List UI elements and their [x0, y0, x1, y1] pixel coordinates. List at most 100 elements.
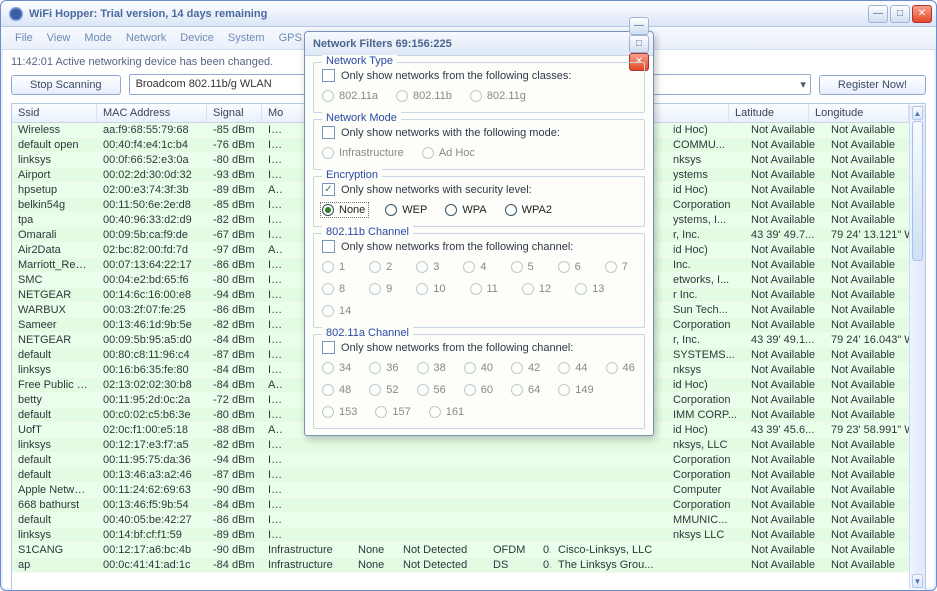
radio-wpa[interactable]: WPA [445, 204, 486, 216]
register-now-button[interactable]: Register Now! [819, 75, 926, 95]
cell-latitude: Not Available [745, 348, 825, 362]
cell-mac: 00:40:f4:e4:1c:b4 [97, 138, 207, 152]
radio-icon [369, 384, 381, 396]
table-row[interactable]: default00:40:05:be:42:27-86 dBmInfMMUNIC… [12, 513, 925, 528]
scroll-up-icon[interactable]: ▲ [912, 106, 923, 120]
radio-label: 6 [575, 261, 581, 273]
radio-label: 13 [592, 283, 604, 295]
cell-signal: -80 dBm [207, 153, 262, 167]
col-latitude[interactable]: Latitude [729, 104, 809, 122]
cell-mac: 00:07:13:64:22:17 [97, 258, 207, 272]
cell-mode: Inf [262, 138, 284, 152]
radio-icon [470, 283, 482, 295]
table-row[interactable]: default00:11:95:75:da:36-94 dBmInfCorpor… [12, 453, 925, 468]
cell-signal: -86 dBm [207, 258, 262, 272]
classes-checkbox[interactable] [322, 69, 335, 82]
cell-mac: aa:f9:68:55:79:68 [97, 123, 207, 137]
cell-mac: 00:13:46:a3:a2:46 [97, 468, 207, 482]
mode-checkbox[interactable] [322, 126, 335, 139]
cell-signal: -72 dBm [207, 393, 262, 407]
radio-label: 802.11g [487, 90, 526, 102]
radio-802-11a: 802.11a [322, 90, 378, 102]
cell-signal: -80 dBm [207, 273, 262, 287]
cell-ssid: SMC [12, 273, 97, 287]
radio-10: 10 [416, 283, 445, 295]
cell-mode: Inf [262, 213, 284, 227]
menu-network[interactable]: Network [120, 30, 172, 46]
cell-mode: Infrastructure [262, 558, 352, 572]
table-row[interactable]: 668 bathurst00:13:46:f5:9b:54-84 dBmInfC… [12, 498, 925, 513]
vertical-scrollbar[interactable]: ▲ ▼ [909, 105, 925, 589]
cell-ssid: Marriott_Rest4 [12, 258, 97, 272]
cell-mac: 00:11:95:2d:0c:2a [97, 393, 207, 407]
cell-ssid: default open [12, 138, 97, 152]
cell-signal: -82 dBm [207, 438, 262, 452]
radio-icon [396, 90, 408, 102]
cell-ssid: default [12, 408, 97, 422]
cell-ssid: NETGEAR [12, 288, 97, 302]
maximize-button[interactable]: □ [890, 5, 910, 23]
radio-label: 802.11b [413, 90, 452, 102]
cell-signal: -82 dBm [207, 318, 262, 332]
cell-vendor: id Hoc) [667, 183, 745, 197]
cell-mac: 00:16:b6:35:fe:80 [97, 363, 207, 377]
cell-signal: -84 dBm [207, 378, 262, 392]
cell-mac: 00:09:5b:95:a5:d0 [97, 333, 207, 347]
cell-vendor: ystems, I... [667, 213, 745, 227]
cell-latitude: Not Available [745, 558, 825, 572]
minimize-button[interactable]: — [868, 5, 888, 23]
col-mac[interactable]: MAC Address [97, 104, 207, 122]
cell-mac: 02:00:e3:74:3f:3b [97, 183, 207, 197]
col-longitude[interactable]: Longitude [809, 104, 909, 122]
radio-icon [369, 261, 381, 273]
cell-signal: -84 dBm [207, 558, 262, 572]
close-button[interactable]: ✕ [912, 5, 932, 23]
cell-ssid: Omarali [12, 228, 97, 242]
table-row[interactable]: S1CANG00:12:17:a6:bc:4b-90 dBmInfrastruc… [12, 543, 925, 558]
dialog-minimize-button[interactable]: — [629, 17, 649, 35]
channel-b-checkbox[interactable] [322, 240, 335, 253]
menu-mode[interactable]: Mode [78, 30, 118, 46]
table-row[interactable]: linksys00:12:17:e3:f7:a5-82 dBmInfnksys,… [12, 438, 925, 453]
table-row[interactable]: linksys00:14:bf:cf:f1:59-89 dBmInfnksys … [12, 528, 925, 543]
radio-label: 802.11a [339, 90, 378, 102]
radio-infrastructure: Infrastructure [322, 147, 404, 159]
table-row[interactable]: ap00:0c:41:41:ad:1c-84 dBmInfrastructure… [12, 558, 925, 573]
radio-5: 5 [511, 261, 534, 273]
radio-icon [429, 406, 441, 418]
cell-mac: 02:bc:82:00:fd:7d [97, 243, 207, 257]
cell-vendor: Corporation [667, 498, 745, 512]
cell-latitude: Not Available [745, 408, 825, 422]
table-row[interactable]: default00:13:46:a3:a2:46-87 dBmInfCorpor… [12, 468, 925, 483]
radio-label: 60 [481, 384, 493, 396]
radio-label: 153 [339, 406, 357, 418]
radio-icon [417, 384, 429, 396]
col-signal[interactable]: Signal [207, 104, 262, 122]
radio-wep[interactable]: WEP [385, 204, 427, 216]
col-ssid[interactable]: Ssid [12, 104, 97, 122]
radio-52: 52 [369, 384, 398, 396]
menu-gps[interactable]: GPS [273, 30, 308, 46]
cell-mac: 00:40:96:33:d2:d9 [97, 213, 207, 227]
menu-file[interactable]: File [9, 30, 39, 46]
menu-system[interactable]: System [222, 30, 271, 46]
scrollbar-thumb[interactable] [912, 121, 923, 261]
scroll-down-icon[interactable]: ▼ [912, 574, 923, 588]
radio-icon [558, 261, 570, 273]
cell-signal: -80 dBm [207, 408, 262, 422]
menu-device[interactable]: Device [174, 30, 220, 46]
cell-latitude: Not Available [745, 498, 825, 512]
radio-none[interactable]: None [322, 204, 367, 216]
checkbox-label: Only show networks from the following cl… [341, 70, 571, 82]
cell-vendor: id Hoc) [667, 123, 745, 137]
cell-vendor: Cisco-Linksys, LLC [552, 543, 745, 557]
table-row[interactable]: Apple Networ...00:11:24:62:69:63-90 dBmI… [12, 483, 925, 498]
cell-vendor: id Hoc) [667, 423, 745, 437]
security-checkbox[interactable]: ✓ [322, 183, 335, 196]
radio-icon [322, 147, 334, 159]
menu-view[interactable]: View [41, 30, 77, 46]
dialog-maximize-button[interactable]: □ [629, 35, 649, 53]
stop-scanning-button[interactable]: Stop Scanning [11, 75, 121, 95]
channel-a-checkbox[interactable] [322, 341, 335, 354]
radio-wpa2[interactable]: WPA2 [505, 204, 552, 216]
